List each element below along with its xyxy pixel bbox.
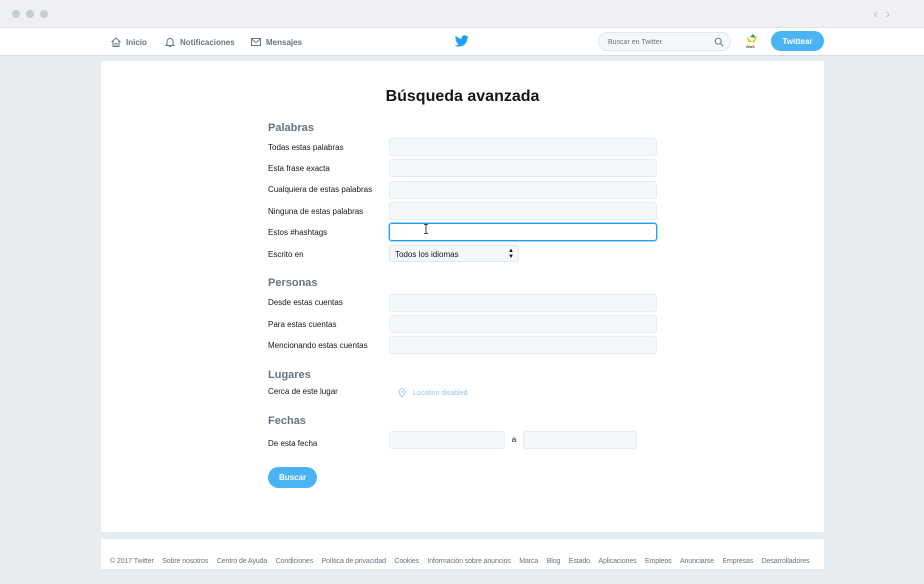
label-written-in: Escrito en — [268, 250, 304, 259]
section-dates-heading: Fechas — [268, 415, 306, 427]
language-select-value: Todos los idiomas — [395, 250, 459, 259]
end-date-input[interactable] — [523, 431, 637, 449]
back-arrow-icon[interactable]: ‹ — [873, 6, 885, 21]
footer-link-about[interactable]: Sobre nosotros — [162, 558, 208, 565]
nav-notifications-label: Notificaciones — [180, 37, 235, 47]
select-arrows-icon: ▲ ▼ — [508, 248, 514, 260]
forward-arrow-icon[interactable]: › — [886, 6, 898, 21]
browser-nav-arrows: ‹› — [873, 6, 898, 21]
footer-link-blog[interactable]: Blog — [547, 558, 561, 565]
hashtags-input[interactable] — [389, 223, 657, 241]
page-title: Búsqueda avanzada — [385, 88, 540, 105]
from-accounts-input[interactable] — [389, 294, 657, 312]
footer-link-developers[interactable]: Desarrolladores — [762, 558, 810, 565]
section-places-heading: Lugares — [268, 369, 311, 381]
footer-link-privacy[interactable]: Política de privacidad — [322, 558, 386, 565]
nav-messages-label: Mensajes — [266, 37, 303, 47]
label-to-accounts: Para estas cuentas — [268, 320, 337, 329]
user-avatar[interactable]: WoX — [744, 33, 760, 50]
language-select[interactable]: Todos los idiomas ▲ ▼ — [389, 245, 519, 262]
search-icon[interactable] — [714, 37, 724, 47]
footer-link-apps[interactable]: Aplicaciones — [598, 558, 636, 565]
footer-link-status[interactable]: Estado — [569, 558, 590, 565]
tweet-button[interactable]: Twittear — [771, 31, 824, 51]
exact-phrase-input[interactable] — [389, 159, 657, 177]
nav-messages-link[interactable]: Mensajes — [250, 34, 302, 50]
home-icon — [111, 37, 121, 47]
top-navigation-bar: Inicio Notificaciones Mensajes WoX Twitt… — [0, 28, 924, 56]
label-exact-phrase: Esta frase exacta — [268, 164, 330, 173]
footer-link-help[interactable]: Centro de Ayuda — [217, 558, 268, 565]
nav-home-label: Inicio — [126, 37, 147, 47]
search-submit-button[interactable]: Buscar — [268, 467, 317, 488]
nav-notifications-link[interactable]: Notificaciones — [164, 34, 235, 50]
footer-copyright: © 2017 Twitter — [110, 558, 154, 565]
footer-link-ads-info[interactable]: Información sobre anuncios — [427, 558, 511, 565]
label-none-words: Ninguna de estas palabras — [268, 207, 364, 216]
all-words-input[interactable] — [389, 138, 657, 156]
none-words-input[interactable] — [389, 202, 657, 220]
footer-link-brand[interactable]: Marca — [519, 558, 538, 565]
footer-link-advertise[interactable]: Anunciarse — [680, 558, 714, 565]
section-words-heading: Palabras — [268, 122, 314, 134]
window-close-dot[interactable] — [12, 10, 20, 18]
envelope-icon — [251, 38, 261, 46]
location-status-text: Location disabled — [413, 389, 468, 397]
avatar-text: WoX — [746, 44, 755, 49]
label-hashtags: Estos #hashtags — [268, 228, 328, 237]
section-people-heading: Personas — [268, 277, 318, 289]
window-minimize-dot[interactable] — [26, 10, 34, 18]
label-from-accounts: Desde estas cuentas — [268, 298, 343, 307]
footer-link-business[interactable]: Empresas — [722, 558, 753, 565]
start-date-input[interactable] — [389, 431, 505, 449]
footer-link-jobs[interactable]: Empleos — [645, 558, 672, 565]
nav-home-link[interactable]: Inicio — [110, 34, 147, 50]
twitter-bird-icon[interactable] — [455, 35, 469, 47]
label-from-date: De esta fecha — [268, 439, 318, 448]
any-words-input[interactable] — [389, 181, 657, 199]
bell-icon — [164, 38, 176, 47]
label-mentioning: Mencionando estas cuentas — [268, 341, 368, 350]
location-status-link[interactable]: Location disabled — [397, 388, 468, 398]
footer-link-cookies[interactable]: Cookies — [394, 558, 419, 565]
label-all-words: Todas estas palabras — [268, 143, 344, 152]
location-pin-icon — [398, 388, 406, 398]
label-any-words: Cualquiera de estas palabras — [268, 185, 373, 194]
search-input[interactable] — [608, 37, 708, 47]
date-separator: a — [511, 435, 517, 444]
text-cursor-icon — [424, 224, 428, 234]
search-box[interactable] — [598, 32, 731, 51]
advanced-search-card: Búsqueda avanzada Palabras Todas estas p… — [101, 61, 824, 532]
footer-link-terms[interactable]: Condiciones — [276, 558, 314, 565]
mentioning-input[interactable] — [389, 336, 657, 354]
footer-links: © 2017 Twitter Sobre nosotros Centro de … — [101, 539, 824, 569]
window-maximize-dot[interactable] — [40, 10, 48, 18]
label-near-place: Cerca de este lugar — [268, 387, 338, 396]
to-accounts-input[interactable] — [389, 315, 657, 333]
browser-chrome: ‹› — [0, 0, 924, 28]
